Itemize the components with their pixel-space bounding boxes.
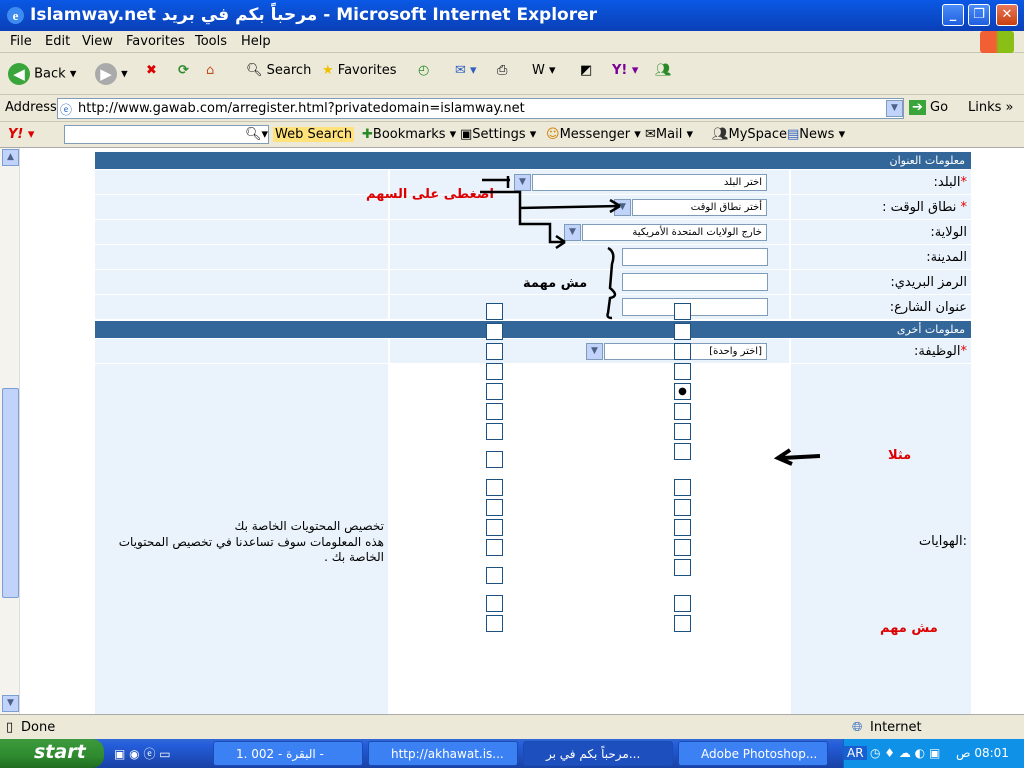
scroll-up-icon[interactable]: ▲ bbox=[2, 149, 19, 166]
clock: 08:01 ص bbox=[956, 746, 1009, 760]
news-icon: ▤ bbox=[787, 127, 800, 142]
yahoo-icon[interactable]: Y! ▾ bbox=[612, 63, 638, 78]
messenger-icon[interactable]: 👥︎ bbox=[655, 63, 672, 78]
bookmarks-button[interactable]: ✚Bookmarks ▾ bbox=[362, 127, 456, 142]
menu-tools[interactable]: Tools bbox=[195, 34, 227, 49]
settings-icon: ▣ bbox=[460, 127, 473, 142]
windows-logo-icon bbox=[980, 31, 1014, 53]
task-photoshop[interactable]: Adobe Photoshop... bbox=[678, 741, 828, 766]
stop-icon[interactable]: ✖ bbox=[146, 63, 157, 78]
page-content: معلومات العنوان *البلد: اختر البلد ▼ * ن… bbox=[20, 148, 1024, 714]
yahoo-search-icon[interactable]: 🔍︎▾ bbox=[245, 127, 268, 142]
yahoo-toolbar: Y! ▾ 🔍︎▾ Web Search ✚Bookmarks ▾ ▣Settin… bbox=[0, 122, 1024, 148]
menu-favorites[interactable]: Favorites bbox=[126, 34, 185, 49]
task-quran[interactable]: 1. 002 - البقرة - bbox=[213, 741, 363, 766]
smiley-icon: ☺ bbox=[546, 127, 560, 142]
scroll-thumb[interactable] bbox=[2, 388, 19, 598]
web-search-button[interactable]: Web Search bbox=[273, 127, 355, 142]
search-button[interactable]: 🔍︎ Search bbox=[246, 63, 311, 78]
edit-word-icon[interactable]: W ▾ bbox=[532, 63, 556, 78]
menu-edit[interactable]: Edit bbox=[45, 34, 70, 49]
zone-text: Internet bbox=[870, 720, 922, 735]
magnifier-icon: 🔍︎ bbox=[246, 63, 263, 78]
globe-icon: 🌐︎ bbox=[852, 720, 863, 735]
mail-button[interactable]: ✉Mail ▾ bbox=[645, 127, 693, 142]
scroll-down-icon[interactable]: ▼ bbox=[2, 695, 19, 712]
myspace-icon: 👥︎ bbox=[712, 127, 729, 142]
start-button[interactable]: start bbox=[0, 739, 104, 768]
bookmark-plus-icon: ✚ bbox=[362, 127, 373, 142]
minimize-button[interactable]: _ bbox=[942, 4, 964, 26]
forward-button[interactable]: ▶ ▾ bbox=[95, 63, 128, 85]
news-button[interactable]: ▤News ▾ bbox=[787, 127, 845, 142]
system-tray: AR ◷ ♦ ☁ ◐ ▣ 08:01 ص bbox=[843, 739, 1024, 768]
taskbar: start ▣ ◉ ⓔ ▭ 1. 002 - البقرة - http://a… bbox=[0, 739, 1024, 768]
task-akhawat[interactable]: http://akhawat.is... bbox=[368, 741, 518, 766]
refresh-icon[interactable]: ⟳ bbox=[178, 63, 189, 78]
task-gawab-active[interactable]: مرحباً بكم في بر... bbox=[523, 741, 673, 766]
maximize-button[interactable]: ❐ bbox=[968, 4, 990, 26]
address-dropdown-icon[interactable]: ▼ bbox=[886, 100, 903, 117]
vertical-scrollbar[interactable]: ▲ ▼ bbox=[0, 148, 20, 714]
page-icon: ⓔ bbox=[60, 103, 73, 117]
yahoo-logo-icon[interactable]: Y! ▾ bbox=[8, 127, 34, 142]
menu-view[interactable]: View bbox=[82, 34, 113, 49]
history-icon[interactable]: ◴ bbox=[418, 63, 429, 78]
window-titlebar[interactable]: e Islamway.net مرحباً بكم في بريد - Micr… bbox=[0, 0, 1024, 31]
mail-icon[interactable]: ✉ ▾ bbox=[455, 63, 477, 78]
menu-bar: File Edit View Favorites Tools Help bbox=[0, 31, 1024, 53]
links-button[interactable]: Links » bbox=[968, 100, 1014, 115]
address-label: Address bbox=[5, 100, 57, 115]
language-indicator[interactable]: AR bbox=[844, 746, 867, 760]
go-button[interactable]: ➔ Go bbox=[909, 100, 948, 115]
messenger-button[interactable]: ☺Messenger ▾ bbox=[546, 127, 641, 142]
window-title: Islamway.net مرحباً بكم في بريد - Micros… bbox=[30, 5, 598, 25]
envelope-icon: ✉ bbox=[645, 127, 656, 142]
forward-arrow-icon: ▶ bbox=[95, 63, 117, 85]
back-button[interactable]: ◀ Back ▾ bbox=[8, 63, 76, 85]
status-page-icon: ▯ bbox=[6, 720, 14, 735]
back-arrow-icon: ◀ bbox=[8, 63, 30, 85]
annotation-drawings bbox=[480, 176, 821, 466]
quicklaunch-icons[interactable]: ▣ ◉ ⓔ ▭ bbox=[114, 745, 171, 762]
go-arrow-icon: ➔ bbox=[909, 100, 926, 115]
myspace-button[interactable]: 👥︎MySpace bbox=[712, 127, 787, 142]
status-bar: ▯ Done 🌐︎ Internet bbox=[0, 714, 1024, 739]
tray-icons[interactable]: ◷ ♦ ☁ ◐ ▣ bbox=[870, 746, 940, 760]
standard-toolbar: ◀ Back ▾ ▶ ▾ ✖ ⟳ ⌂ 🔍︎ Search ★ Favorites… bbox=[0, 53, 1024, 95]
menu-help[interactable]: Help bbox=[241, 34, 271, 49]
discuss-icon[interactable]: ◩ bbox=[580, 63, 592, 78]
status-text: Done bbox=[21, 720, 56, 735]
home-icon[interactable]: ⌂ bbox=[206, 63, 214, 78]
print-icon[interactable]: ⎙ bbox=[497, 63, 507, 78]
star-icon: ★ bbox=[322, 63, 334, 78]
close-button[interactable]: ✕ bbox=[996, 4, 1018, 26]
settings-button[interactable]: ▣Settings ▾ bbox=[460, 127, 536, 142]
menu-file[interactable]: File bbox=[10, 34, 32, 49]
ie-logo-icon: e bbox=[7, 7, 24, 24]
address-bar: Address http://www.gawab.com/arregister.… bbox=[0, 95, 1024, 122]
address-input[interactable]: http://www.gawab.com/arregister.html?pri… bbox=[57, 98, 904, 119]
favorites-button[interactable]: ★ Favorites bbox=[322, 63, 397, 78]
yahoo-search-input[interactable] bbox=[64, 125, 269, 144]
